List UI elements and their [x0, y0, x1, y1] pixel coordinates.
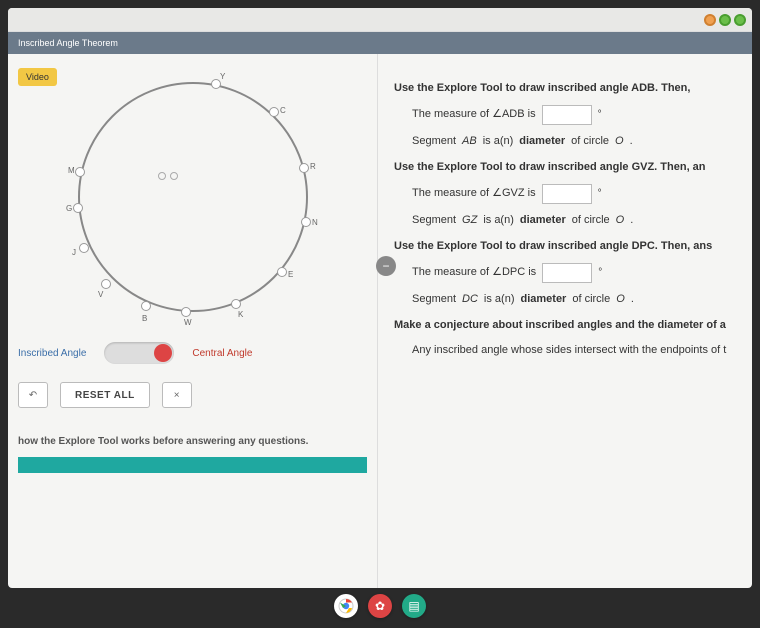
status-dot-green-1	[719, 14, 731, 26]
status-dot-orange	[704, 14, 716, 26]
app-icon-green[interactable]: ▤	[402, 594, 426, 618]
inscribed-angle-label: Inscribed Angle	[18, 348, 86, 359]
q3-measure-input[interactable]	[542, 263, 592, 283]
close-button[interactable]: ×	[162, 382, 192, 408]
explore-panel: Video Y C R N E K W B V J G M Inscribed …	[8, 54, 378, 588]
questions-panel: Use the Explore Tool to draw inscribed a…	[378, 54, 752, 588]
q3-measure-row: The measure of ∠DPC is °	[412, 263, 748, 283]
point-v[interactable]	[101, 279, 111, 289]
point-c[interactable]	[269, 107, 279, 117]
point-g[interactable]	[73, 203, 83, 213]
lesson-title: Inscribed Angle Theorem	[18, 38, 118, 48]
lesson-header: Inscribed Angle Theorem	[8, 32, 752, 54]
q1-measure-input[interactable]	[542, 105, 592, 125]
status-dot-green-2	[734, 14, 746, 26]
geometry-canvas[interactable]: Y C R N E K W B V J G M	[8, 92, 367, 312]
q2-prompt: Use the Explore Tool to draw inscribed a…	[394, 159, 748, 176]
point-k[interactable]	[231, 299, 241, 309]
point-n[interactable]	[301, 217, 311, 227]
q2-segment-row: Segment GZ is a(n) diameter of circle O.	[412, 212, 748, 229]
conjecture-prompt: Make a conjecture about inscribed angles…	[394, 317, 748, 334]
point-w[interactable]	[181, 307, 191, 317]
q3-segment-row: Segment DC is a(n) diameter of circle O.	[412, 291, 748, 308]
chrome-icon[interactable]	[334, 594, 358, 618]
undo-button[interactable]: ↶	[18, 382, 48, 408]
q3-prompt: Use the Explore Tool to draw inscribed a…	[394, 238, 748, 255]
point-m[interactable]	[75, 167, 85, 177]
os-dock: ✿ ▤	[0, 592, 760, 620]
angle-type-toggle[interactable]	[104, 342, 174, 364]
conjecture-answer: Any inscribed angle whose sides intersec…	[412, 342, 748, 359]
angle-toggle-row: Inscribed Angle Central Angle	[18, 342, 367, 364]
point-b[interactable]	[141, 301, 151, 311]
panel-collapse-icon[interactable]: −	[376, 256, 396, 276]
browser-topbar	[8, 8, 752, 32]
app-icon-red[interactable]: ✿	[368, 594, 392, 618]
hint-text: how the Explore Tool works before answer…	[18, 436, 367, 447]
point-r[interactable]	[299, 163, 309, 173]
q1-prompt: Use the Explore Tool to draw inscribed a…	[394, 80, 748, 97]
center-marker	[158, 172, 178, 180]
q1-segment-row: Segment AB is a(n) diameter of circle O.	[412, 133, 748, 150]
footer-bar	[18, 457, 367, 473]
q2-measure-input[interactable]	[542, 184, 592, 204]
point-e[interactable]	[277, 267, 287, 277]
point-j[interactable]	[79, 243, 89, 253]
video-button[interactable]: Video	[18, 68, 57, 86]
reset-all-button[interactable]: RESET ALL	[60, 382, 150, 408]
central-angle-label: Central Angle	[192, 348, 252, 359]
tab-label	[14, 15, 17, 25]
toggle-knob	[154, 344, 172, 362]
q1-measure-row: The measure of ∠ADB is °	[412, 105, 748, 125]
q2-measure-row: The measure of ∠GVZ is °	[412, 184, 748, 204]
